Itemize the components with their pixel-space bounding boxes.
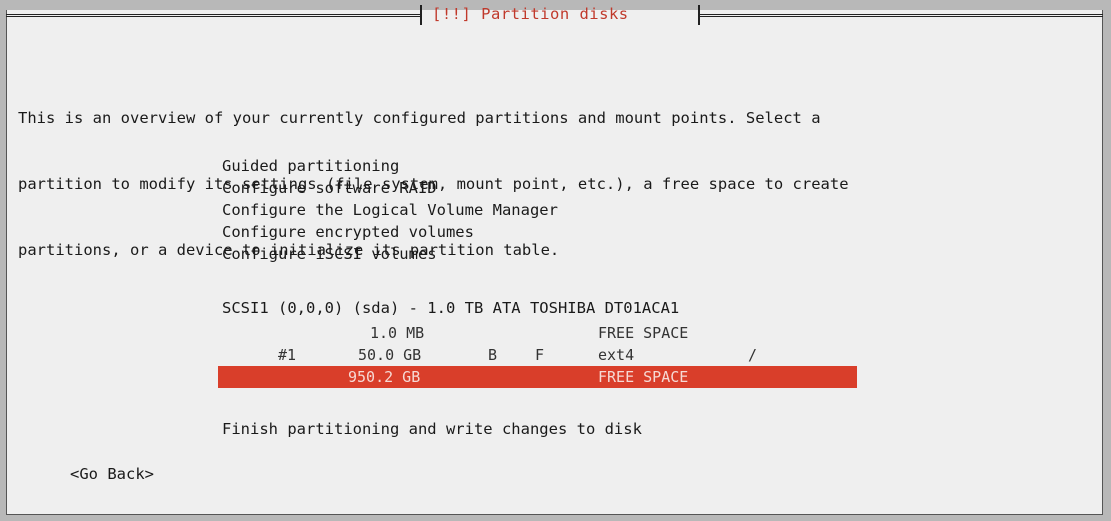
installer-screen: [!!] Partition disks This is an overview… <box>0 0 1111 521</box>
dialog-title: [!!] Partition disks <box>432 5 629 23</box>
menu-item-encrypted-volumes[interactable]: Configure encrypted volumes <box>222 221 558 243</box>
menu-item-guided-partitioning[interactable]: Guided partitioning <box>222 155 558 177</box>
partition-row-free-space-1[interactable]: 1.0 MB FREE SPACE <box>218 322 857 344</box>
partition-size: 1.0 MB <box>370 324 425 342</box>
partition-row-1[interactable]: #1 50.0 GB B F ext4 / <box>218 344 857 366</box>
partition-number: #1 <box>278 346 297 364</box>
partition-size: 50.0 GB <box>358 346 422 364</box>
finish-partitioning-option[interactable]: Finish partitioning and write changes to… <box>222 420 642 438</box>
partition-boot-flag: B <box>488 346 498 364</box>
dialog-frame-right <box>700 14 1103 17</box>
partition-row-free-space-2[interactable]: 950.2 GB FREE SPACE <box>218 366 857 388</box>
disk-header[interactable]: SCSI1 (0,0,0) (sda) - 1.0 TB ATA TOSHIBA… <box>222 299 679 317</box>
go-back-button[interactable]: <Go Back> <box>70 465 154 483</box>
menu-item-lvm[interactable]: Configure the Logical Volume Manager <box>222 199 558 221</box>
dialog-frame-left <box>6 14 420 17</box>
dialog-frame-cap-left <box>420 5 422 25</box>
partition-mount: / <box>748 346 758 364</box>
partition-type: ext4 <box>598 346 635 364</box>
menu-item-iscsi-volumes[interactable]: Configure iSCSI volumes <box>222 243 558 265</box>
partition-format-flag: F <box>535 346 545 364</box>
menu-item-software-raid[interactable]: Configure software RAID <box>222 177 558 199</box>
intro-line: This is an overview of your currently co… <box>18 109 821 127</box>
partition-type: FREE SPACE <box>598 324 689 342</box>
partition-size: 950.2 GB <box>348 368 421 386</box>
partition-type: FREE SPACE <box>598 368 689 386</box>
partition-menu: Guided partitioning Configure software R… <box>222 155 558 265</box>
